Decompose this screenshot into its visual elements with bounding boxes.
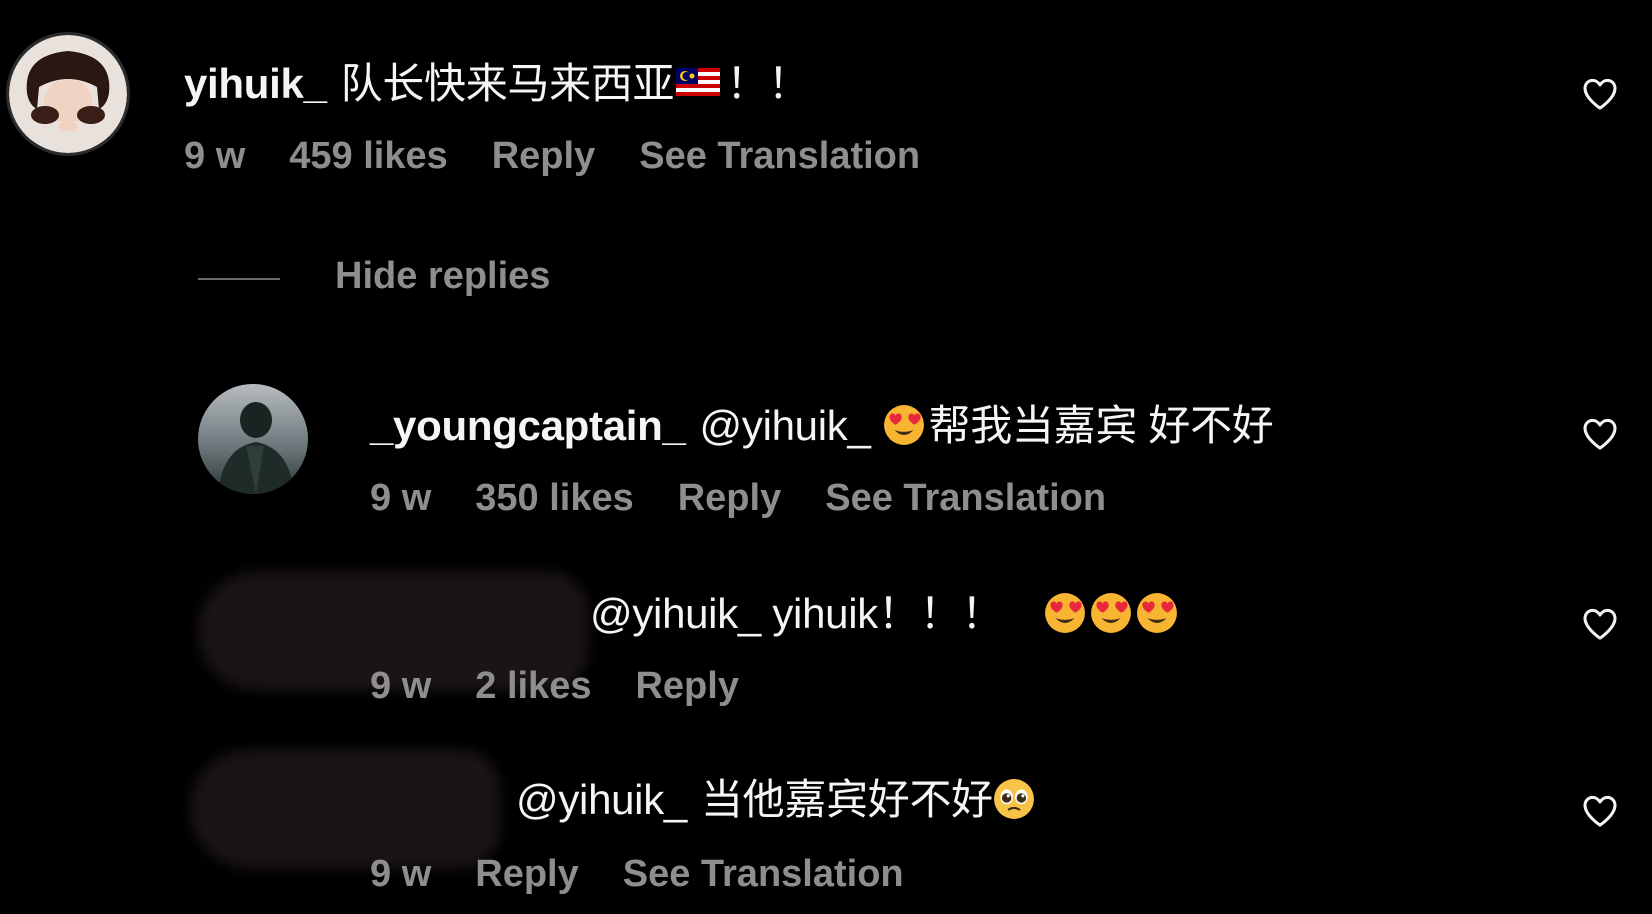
comment-time: 9 w [184, 135, 246, 177]
hide-replies-divider [198, 278, 280, 280]
reply-3-time: 9 w [370, 853, 432, 895]
pleading-face-emoji [993, 779, 1034, 819]
reply-1-time: 9 w [370, 477, 432, 519]
heart-eyes-emoji [1045, 593, 1086, 633]
reply-2-mention[interactable]: @yihuik_ [590, 590, 761, 637]
redacted-user-block [190, 750, 500, 868]
comment-likes[interactable]: 459 likes [289, 135, 447, 178]
comment-translate-button[interactable]: See Translation [639, 135, 920, 178]
reply-1-text: 帮我当嘉宾 好不好 [928, 402, 1274, 449]
reply-1-reply-button[interactable]: Reply [678, 477, 781, 520]
reply-1-translate-button[interactable]: See Translation [825, 477, 1106, 520]
reply-3-text: 当他嘉宾好不好 [700, 776, 993, 823]
comment-exclaim: ！！ [726, 60, 810, 107]
reply-2-emojis [1044, 590, 1182, 637]
hide-replies-button[interactable]: Hide replies [335, 255, 550, 298]
reply-2-time: 9 w [370, 665, 432, 707]
avatar-youngcaptain[interactable] [198, 384, 308, 494]
reply-1-meta: 9 w 350 likes Reply See Translation [370, 477, 1106, 520]
reply-3-translate-button[interactable]: See Translation [623, 853, 904, 896]
avatar-yihuik[interactable] [6, 32, 130, 156]
comment-text-row: yihuik_ 队长快来马来西亚 ！！ [184, 50, 810, 111]
heart-eyes-emoji [1137, 593, 1178, 633]
heart-eyes-emoji [1091, 593, 1132, 633]
heart-outline-icon[interactable] [1580, 791, 1620, 831]
reply-2-text-row: @yihuik_ yihuik！！！ [590, 580, 1182, 641]
malaysia-flag-emoji [676, 68, 721, 96]
reply-1-mention[interactable]: @yihuik_ [700, 402, 871, 449]
reply-2-text: yihuik！！！ [772, 590, 1004, 637]
comment-username[interactable]: yihuik_ [184, 60, 327, 107]
reply-1-likes[interactable]: 350 likes [475, 477, 633, 520]
reply-3-meta: 9 w Reply See Translation [370, 853, 904, 896]
heart-eyes-emoji [883, 405, 924, 445]
reply-1-username[interactable]: _youngcaptain_ [370, 402, 686, 449]
heart-outline-icon[interactable] [1580, 74, 1620, 114]
reply-2-meta: 9 w 2 likes Reply [370, 665, 739, 708]
reply-3-mention[interactable]: @yihuik_ [516, 776, 687, 823]
reply-2-likes[interactable]: 2 likes [475, 665, 591, 708]
reply-3-text-row: @yihuik_ 当他嘉宾好不好 [516, 766, 1039, 827]
reply-3-reply-button[interactable]: Reply [475, 853, 578, 896]
heart-outline-icon[interactable] [1580, 604, 1620, 644]
reply-1-text-row: _youngcaptain_ @yihuik_ 帮我当嘉宾 好不好 [370, 392, 1274, 453]
comment-reply-button[interactable]: Reply [492, 135, 595, 178]
comment-meta: 9 w 459 likes Reply See Translation [184, 135, 920, 178]
reply-2-reply-button[interactable]: Reply [635, 665, 738, 708]
heart-outline-icon[interactable] [1580, 414, 1620, 454]
comment-text: 队长快来马来西亚 [340, 60, 675, 107]
